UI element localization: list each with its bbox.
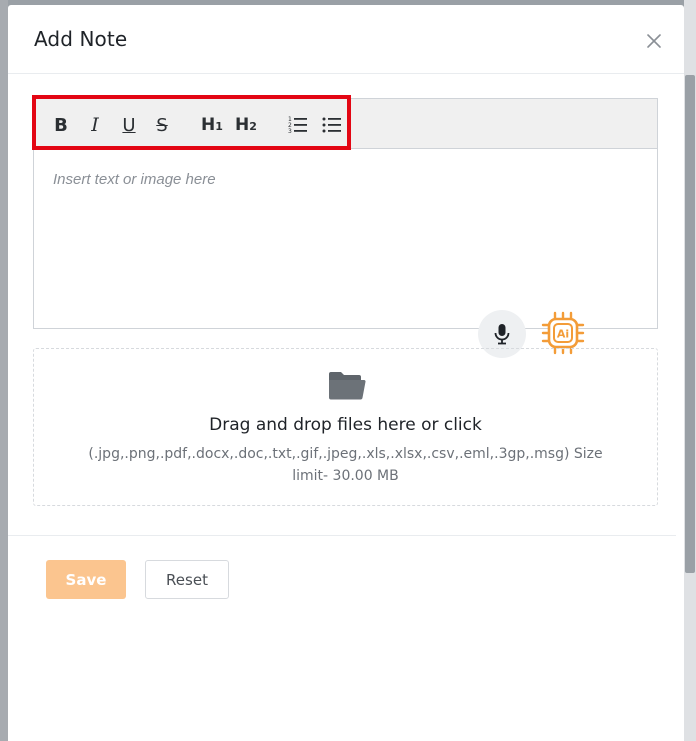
heading2-icon: H2	[235, 115, 257, 135]
strikethrough-button[interactable]: S	[151, 113, 173, 137]
file-dropzone[interactable]: Drag and drop files here or click (.jpg,…	[33, 348, 658, 506]
strikethrough-icon: S	[156, 114, 168, 136]
editor-text-area[interactable]: Insert text or image here	[34, 149, 657, 210]
add-note-modal: Add Note B I U S H1 H2 1 2 3 Insert text…	[8, 5, 684, 741]
underline-icon: U	[122, 114, 136, 136]
reset-button[interactable]: Reset	[145, 560, 229, 599]
italic-button[interactable]: I	[84, 113, 106, 137]
underline-button[interactable]: U	[118, 113, 140, 137]
editor-placeholder: Insert text or image here	[53, 171, 216, 188]
scrollbar-thumb[interactable]	[685, 75, 695, 573]
modal-title: Add Note	[34, 27, 128, 51]
heading1-button[interactable]: H1	[201, 113, 223, 137]
dropzone-file-types: (.jpg,.png,.pdf,.docx,.doc,.txt,.gif,.jp…	[88, 446, 603, 484]
bold-icon: B	[54, 114, 68, 136]
ordered-list-button[interactable]: 1 2 3	[287, 113, 309, 137]
close-icon[interactable]	[644, 31, 664, 51]
ordered-list-icon: 1 2 3	[288, 116, 307, 135]
folder-icon	[329, 372, 366, 400]
modal-header: Add Note	[8, 5, 684, 74]
svg-text:3: 3	[288, 128, 292, 135]
scrollbar-track[interactable]	[684, 0, 696, 741]
editor-toolbar: B I U S H1 H2 1 2 3	[32, 95, 657, 150]
italic-icon: I	[91, 114, 99, 136]
svg-text:Ai: Ai	[557, 328, 569, 341]
heading1-icon: H1	[201, 115, 223, 135]
bullet-list-icon	[322, 117, 341, 133]
save-button[interactable]: Save	[46, 560, 126, 599]
heading2-button[interactable]: H2	[235, 113, 257, 137]
microphone-icon	[494, 324, 510, 345]
footer-divider	[8, 535, 676, 536]
bullet-list-button[interactable]	[321, 113, 343, 137]
dropzone-title: Drag and drop files here or click	[209, 415, 482, 435]
note-editor: B I U S H1 H2 1 2 3 Insert text or image…	[32, 95, 658, 329]
backdrop	[0, 0, 8, 741]
bold-button[interactable]: B	[50, 113, 72, 137]
